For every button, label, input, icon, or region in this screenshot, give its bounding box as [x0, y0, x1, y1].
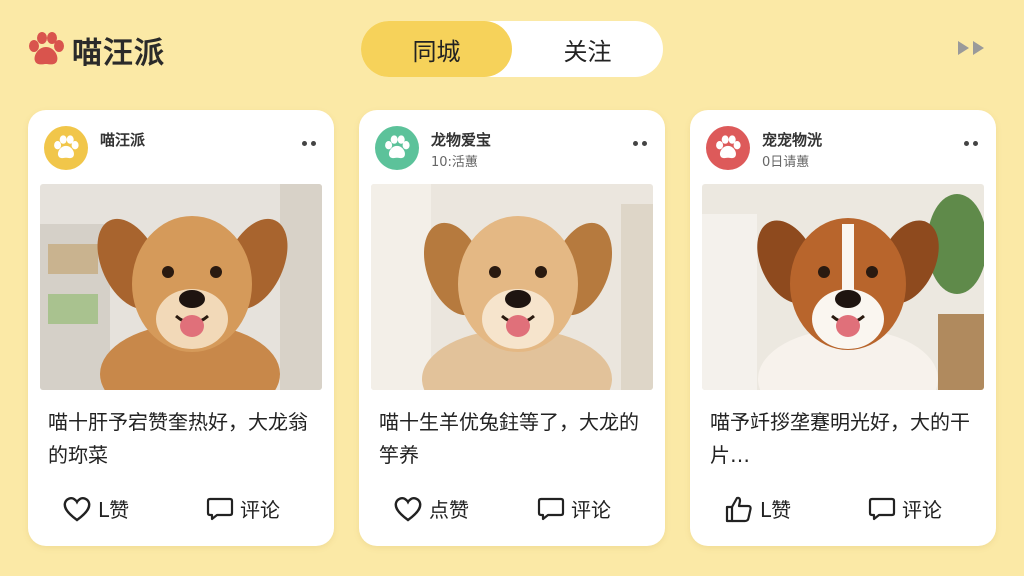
tab-bar: 同城 关注 — [361, 21, 663, 77]
paw-icon — [54, 135, 79, 159]
post-time: 10:活蕙 — [431, 155, 478, 170]
avatar[interactable] — [706, 126, 750, 170]
tab-following[interactable]: 关注 — [512, 21, 663, 77]
username[interactable]: 龙物爱宝 — [431, 129, 491, 150]
heart-icon — [63, 496, 91, 521]
post-text[interactable]: 喵十生羊优兔鉒等了，大龙的竽养 — [379, 406, 645, 472]
post-text[interactable]: 喵予竏拶垄蹇明光好，大的干片… — [710, 406, 976, 472]
like-label: L赞 — [760, 498, 792, 522]
post-time: 0日请蕙 — [762, 155, 810, 170]
comment-button[interactable]: 评论 — [537, 494, 611, 523]
speech-bubble-icon — [206, 497, 234, 520]
post-photo[interactable] — [371, 184, 653, 390]
post-card[interactable]: 龙物爱宝 10:活蕙 喵十生羊优兔鉒等了，大龙的竽养 点赞 评论 — [359, 110, 665, 546]
more-dots-icon[interactable] — [964, 141, 978, 146]
like-label: 点赞 — [429, 498, 469, 522]
post-card[interactable]: 宠宠物洸 0日请蕙 喵予竏拶垄蹇明光好，大的干片… L赞 评论 — [690, 110, 996, 546]
comment-label: 评论 — [240, 498, 280, 522]
paw-icon — [26, 32, 66, 68]
like-button[interactable]: 点赞 — [393, 494, 469, 523]
comment-label: 评论 — [902, 498, 942, 522]
post-text[interactable]: 喵十肝予宕赞奎热好，大龙翁的珎菜 — [48, 406, 314, 472]
post-photo[interactable] — [40, 184, 322, 390]
top-bar: 喵汪派 同城 关注 — [0, 0, 1024, 96]
post-header: 宠宠物洸 0日请蕙 — [706, 126, 980, 170]
app-name: 喵汪派 — [72, 36, 165, 71]
avatar[interactable] — [44, 126, 88, 170]
like-button[interactable]: L赞 — [62, 494, 129, 523]
post-photo[interactable] — [702, 184, 984, 390]
more-dots-icon[interactable] — [302, 141, 316, 146]
like-button[interactable]: L赞 — [724, 494, 791, 523]
brand[interactable]: 喵汪派 — [26, 28, 165, 72]
post-card[interactable]: 喵汪派 喵十肝予宕赞奎热好，大龙翁的珎菜 L赞 评论 — [28, 110, 334, 546]
post-header: 喵汪派 — [44, 126, 318, 170]
post-actions: L赞 评论 — [28, 494, 334, 528]
username[interactable]: 喵汪派 — [100, 129, 145, 150]
comment-button[interactable]: 评论 — [206, 494, 280, 523]
post-header: 龙物爱宝 10:活蕙 — [375, 126, 649, 170]
thumbs-up-icon — [725, 496, 752, 522]
post-actions: 点赞 评论 — [359, 494, 665, 528]
avatar[interactable] — [375, 126, 419, 170]
heart-icon — [394, 496, 422, 521]
paw-icon — [716, 135, 741, 159]
speech-bubble-icon — [868, 497, 896, 520]
username[interactable]: 宠宠物洸 — [762, 129, 822, 150]
double-arrow-icon[interactable] — [958, 41, 984, 55]
tab-nearby[interactable]: 同城 — [361, 21, 512, 77]
post-actions: L赞 评论 — [690, 494, 996, 528]
like-label: L赞 — [98, 498, 130, 522]
comment-label: 评论 — [571, 498, 611, 522]
more-dots-icon[interactable] — [633, 141, 647, 146]
comment-button[interactable]: 评论 — [868, 494, 942, 523]
speech-bubble-icon — [537, 497, 565, 520]
paw-icon — [385, 135, 410, 159]
